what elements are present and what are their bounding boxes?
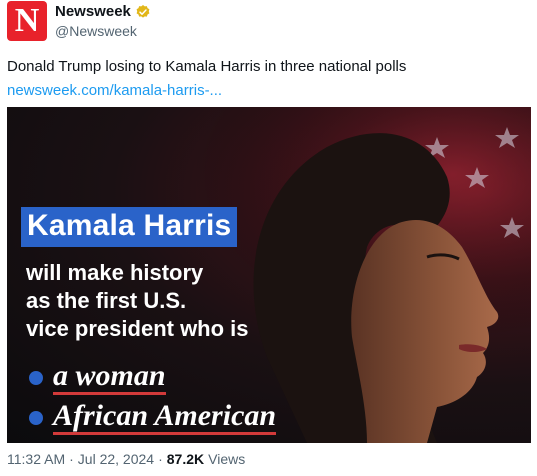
- headline-text: Kamala Harris: [27, 209, 232, 242]
- bullet-text: a woman: [53, 361, 166, 395]
- avatar-letter: N: [14, 2, 40, 39]
- tweet-text: Donald Trump losing to Kamala Harris in …: [7, 58, 407, 75]
- tweet-meta: 11:32 AM · Jul 22, 2024 · 87.2K Views: [7, 451, 245, 467]
- views-count[interactable]: 87.2K: [167, 451, 204, 467]
- tweet-date[interactable]: Jul 22, 2024: [78, 451, 154, 467]
- bullet-text: African American: [53, 401, 277, 435]
- views-label: Views: [208, 451, 246, 467]
- tweet-image[interactable]: Kamala Harris will make history as the f…: [7, 107, 531, 443]
- account-name[interactable]: Newsweek: [55, 3, 131, 20]
- verified-badge-icon: [136, 4, 150, 18]
- bullet-dot-icon: [29, 371, 43, 385]
- image-body-text: will make history as the first U.S. vice…: [26, 259, 326, 343]
- tweet-header: N Newsweek @Newsweek: [7, 1, 527, 41]
- bullet-dot-icon: [29, 411, 43, 425]
- bullet-item: a woman: [29, 361, 166, 395]
- name-row: Newsweek: [55, 3, 151, 20]
- image-headline: Kamala Harris: [21, 207, 238, 247]
- account-handle[interactable]: @Newsweek: [55, 23, 137, 39]
- newsweek-avatar[interactable]: N: [7, 1, 47, 41]
- meta-separator: ·: [158, 451, 163, 467]
- bullet-item: African American: [29, 401, 277, 435]
- tweet-time[interactable]: 11:32 AM: [7, 451, 65, 467]
- image-line: vice president who is: [26, 316, 249, 341]
- image-line: as the first U.S.: [26, 288, 187, 313]
- article-link[interactable]: newsweek.com/kamala-harris-...: [7, 82, 222, 99]
- image-line: will make history: [26, 260, 204, 285]
- meta-separator: ·: [69, 451, 74, 467]
